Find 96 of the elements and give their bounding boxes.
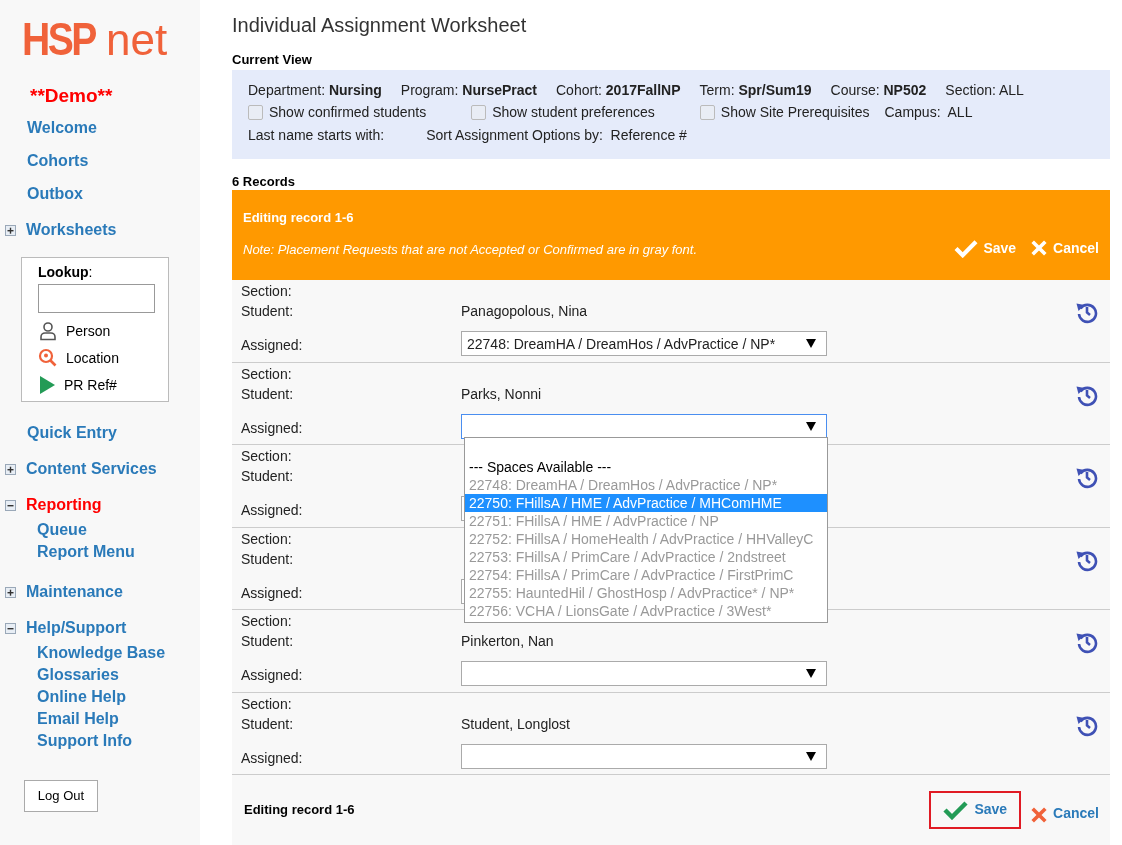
dropdown-arrow-icon (806, 421, 816, 431)
field-label: Student: (241, 632, 295, 651)
checkbox[interactable] (699, 104, 715, 120)
filter-text: Section: ALL (945, 81, 1024, 99)
dropdown-arrow-icon (806, 669, 816, 679)
close-icon (1030, 239, 1049, 258)
filter-text: Course: NP502 (830, 81, 927, 99)
dropdown-option[interactable]: 22748: DreamHA / DreamHos / AdvPractice / NP* (465, 476, 827, 494)
field-label: Section: (241, 612, 293, 631)
field-label: Section: (241, 529, 293, 548)
field-label: Section: (241, 364, 293, 383)
lookup-label: Lookup: (38, 263, 94, 281)
filter-text: Program: NursePract (400, 81, 537, 99)
dropdown-option[interactable]: 22753: FHillsA / PrimCare / AdvPractice / 2ndstreet (465, 548, 827, 566)
expand-icon[interactable] (5, 586, 16, 598)
nav-sublink[interactable]: Knowledge Base (37, 642, 166, 664)
page-title: Individual Assignment Worksheet (232, 13, 528, 38)
field-label: Student: (241, 467, 295, 486)
checkbox[interactable] (471, 104, 487, 120)
dropdown-option[interactable]: 22755: HauntedHil / GhostHosp / AdvPractice* / NP* (465, 584, 827, 602)
save-button[interactable]: Save (929, 791, 1022, 830)
nav-group[interactable]: Help/Support (26, 617, 127, 639)
nav-link[interactable]: Cohorts (27, 150, 89, 172)
nav-group[interactable]: Content Services (26, 458, 157, 480)
dropdown-option[interactable]: 22750: FHillsA / HME / AdvPractice / MHComHME (465, 494, 827, 512)
checkbox-label: Show student preferences (492, 103, 655, 122)
filter-text: Cohort: 2017FallNP (556, 81, 681, 99)
dropdown-option[interactable]: 22752: FHillsA / HomeHealth / AdvPractice / HHValleyC (465, 530, 827, 548)
nav-group[interactable]: Maintenance (26, 581, 123, 603)
collapse-icon[interactable] (5, 499, 16, 511)
expand-icon[interactable] (5, 224, 16, 236)
field-label: Assigned: (241, 666, 304, 686)
nav-sublink[interactable]: Email Help (37, 708, 119, 730)
logout-button[interactable]: Log Out (24, 780, 98, 812)
location-search-icon (38, 348, 58, 368)
nav-sublink[interactable]: Online Help (37, 686, 126, 708)
field-label: Student: (241, 302, 295, 321)
demo-label: **Demo** (30, 84, 114, 108)
dropdown-arrow-icon (806, 751, 816, 761)
lookup-link[interactable]: Location (66, 349, 119, 367)
field-label: Section: (241, 282, 293, 301)
lookup-field[interactable] (38, 284, 155, 313)
close-icon (1030, 806, 1049, 825)
dropdown-option[interactable]: 22756: VCHA / LionsGate / AdvPractice / 3West* (465, 602, 827, 620)
field-label: Assigned: (241, 501, 304, 521)
filter-text: Sort Assignment Options by: Reference # (426, 126, 687, 145)
check-icon (954, 238, 979, 258)
records-count: 6 Records (232, 173, 296, 190)
field-label: Assigned: (241, 583, 304, 603)
check-icon (943, 800, 969, 821)
dropdown-arrow-icon (806, 339, 816, 349)
filter-text: Campus: ALL (884, 103, 973, 122)
dropdown-header: --- Spaces Available --- (468, 458, 613, 476)
expand-icon[interactable] (5, 463, 16, 475)
logo: HSP net (22, 14, 169, 62)
field-label: Student: (241, 549, 295, 568)
student-name: Parks, Nonni (461, 384, 542, 403)
nav-sublink[interactable]: Support Info (37, 730, 133, 752)
nav-sublink[interactable]: Queue (37, 519, 87, 541)
banner-title: Editing record 1-6 (243, 209, 355, 226)
nav-sublink[interactable]: Report Menu (37, 541, 135, 563)
lookup-link[interactable]: PR Ref# (64, 376, 117, 394)
filter-text: Last name starts with: (248, 126, 385, 145)
field-label: Assigned: (241, 418, 304, 438)
nav-link[interactable]: Welcome (27, 117, 97, 139)
nav-sublink[interactable]: Glossaries (37, 664, 119, 686)
footer-title: Editing record 1-6 (244, 801, 356, 820)
field-label: Student: (241, 714, 295, 733)
field-label: Section: (241, 694, 293, 713)
field-label: Assigned: (241, 336, 304, 356)
filter-text: Term: Spr/Sum19 (699, 81, 812, 99)
banner-note: Note: Placement Requests that are not Accepted or Confirmed are in gray font. (243, 240, 699, 259)
student-name: Student, Longlost (461, 714, 570, 733)
student-name: Panagopolous, Nina (461, 302, 588, 321)
dropdown-option[interactable]: 22751: FHillsA / HME / AdvPractice / NP (465, 512, 827, 530)
assignment-select[interactable] (461, 413, 827, 439)
field-label: Section: (241, 447, 293, 466)
play-icon (38, 375, 56, 395)
cancel-button[interactable]: Cancel (1030, 791, 1099, 830)
lookup-link[interactable]: Person (66, 322, 111, 340)
nav-group[interactable]: Worksheets (26, 219, 117, 241)
checkbox-label: Show Site Prerequisites (720, 103, 870, 122)
person-icon (38, 321, 58, 341)
filter-text: Department: Nursing (248, 81, 382, 99)
field-label: Student: (241, 384, 295, 403)
nav-group[interactable]: Reporting (26, 494, 102, 516)
nav-link[interactable]: Outbox (27, 183, 83, 205)
assignment-select[interactable]: 22748: DreamHA / DreamHos / AdvPractice / NP* (461, 331, 827, 357)
dropdown-option[interactable]: 22754: FHillsA / PrimCare / AdvPractice / FirstPrimC (465, 566, 827, 584)
student-name: Pinkerton, Nan (461, 632, 554, 651)
checkbox-label: Show confirmed students (269, 103, 427, 122)
collapse-icon[interactable] (5, 622, 16, 634)
section-heading: Current View (232, 52, 313, 68)
field-label: Assigned: (241, 748, 304, 768)
checkbox[interactable] (248, 104, 263, 120)
nav-link[interactable]: Quick Entry (27, 422, 117, 444)
